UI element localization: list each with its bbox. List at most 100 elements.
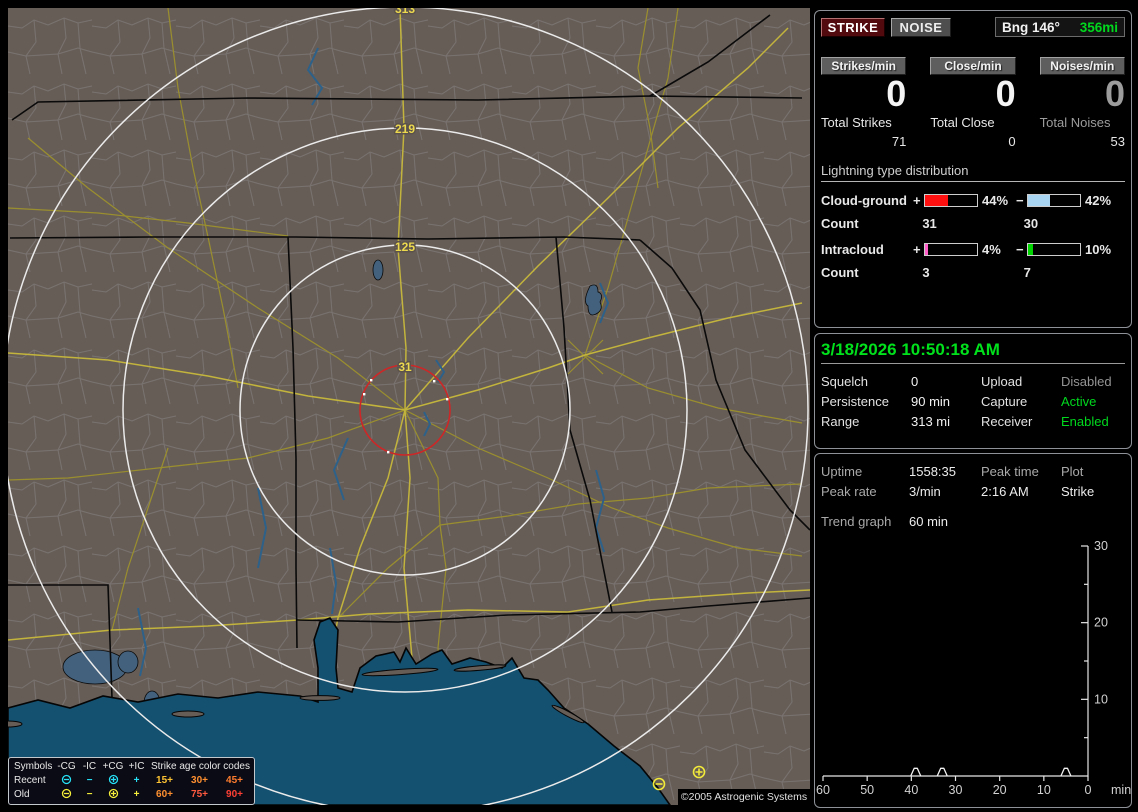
trend-graph: 60 50 40 30 20 10 0 min 10 20 30	[816, 539, 1131, 797]
svg-text:40: 40	[904, 783, 918, 797]
datetime-display: 3/18/2026 10:50:18 AM	[821, 340, 1125, 364]
trend-graph-value: 60 min	[909, 514, 949, 529]
peak-time-value: 2:16 AM	[981, 484, 1029, 499]
squelch-label: Squelch	[821, 374, 868, 389]
receiver-value: Enabled	[1061, 414, 1109, 429]
svg-text:30: 30	[1094, 539, 1108, 553]
close-per-min-value: 0	[995, 73, 1016, 114]
bearing-distance: 356mi	[1079, 19, 1118, 35]
total-close-label: Total Close	[930, 115, 995, 130]
cg-negative-bar	[1027, 194, 1081, 207]
trend-graph-label: Trend graph	[821, 514, 892, 529]
neg-ic-icon: −	[86, 789, 93, 800]
legend-symbols-label: Symbols	[14, 761, 53, 772]
bearing-label: Bng 146°	[1002, 19, 1060, 35]
total-noises-value: 53	[1110, 134, 1125, 149]
squelch-value: 0	[911, 374, 919, 389]
plot-label: Plot	[1061, 464, 1084, 479]
svg-text:0: 0	[1085, 783, 1092, 797]
peak-rate-label: Peak rate	[821, 484, 877, 499]
status-row: Persistence 90 min Capture Active	[821, 392, 1125, 412]
persistence-value: 90 min	[911, 394, 951, 409]
minus-sign: −	[1016, 193, 1024, 208]
intracloud-count-row: Count 3 7	[821, 265, 1125, 280]
range-label: Range	[821, 414, 860, 429]
cg-negative-pct: 42%	[1085, 193, 1112, 208]
status-panel: 3/18/2026 10:50:18 AM Squelch 0 Upload D…	[814, 333, 1132, 449]
range-value: 313 mi	[911, 414, 951, 429]
legend-col-pos-cg: +CG	[102, 761, 124, 772]
map-canvas[interactable]: 313 219 125 31	[8, 8, 810, 805]
legend-recent-label: Recent	[14, 775, 46, 786]
legend-col-pos-ic: +IC	[128, 761, 145, 772]
legend-old-label: Old	[14, 789, 30, 800]
cloud-ground-row: Cloud-ground + 44% − 42%	[821, 193, 1125, 208]
svg-text:10: 10	[1037, 783, 1051, 797]
svg-text:20: 20	[993, 783, 1007, 797]
ic-negative-count: 7	[1023, 265, 1031, 280]
receiver-label: Receiver	[981, 414, 1033, 429]
uptime-label: Uptime	[821, 464, 863, 479]
cg-positive-count: 31	[922, 216, 937, 231]
svg-text:min: min	[1111, 783, 1131, 797]
distribution-title: Lightning type distribution	[821, 163, 1125, 182]
legend-recent-row: Recent − + 15+ 30+ 45+	[9, 774, 254, 788]
neg-cg-icon	[54, 774, 79, 788]
pos-ic-icon: +	[133, 775, 140, 786]
cg-positive-pct: 44%	[982, 193, 1009, 208]
pos-ic-icon: +	[133, 789, 140, 800]
count-label: Count	[821, 265, 859, 280]
neg-cg-icon	[54, 788, 79, 802]
ring-label-125: 125	[395, 240, 415, 254]
svg-text:20: 20	[1094, 616, 1108, 630]
pos-cg-icon	[100, 774, 126, 788]
bearing-display: Bng 146° 356mi	[995, 17, 1125, 37]
legend-old-symbols: − +	[54, 788, 147, 802]
cg-negative-count: 30	[1023, 216, 1039, 231]
intracloud-row: Intracloud + 4% − 10%	[821, 242, 1125, 257]
age-code-45: 45+	[226, 775, 243, 786]
cg-positive-bar	[924, 194, 978, 207]
stats-row: Peak rate 3/min 2:16 AM Strike	[821, 482, 1125, 502]
age-code-30: 30+	[191, 775, 208, 786]
peak-rate-value: 3/min	[909, 484, 941, 499]
uptime-value: 1558:35	[909, 464, 956, 479]
legend-col-neg-ic: -IC	[82, 761, 97, 772]
app-window: 313 219 125 31 Symbols -CG -IC +CG +IC S…	[0, 0, 1138, 812]
legend-recent-symbols: − +	[54, 774, 147, 788]
pos-cg-icon	[100, 788, 126, 802]
strike-button[interactable]: STRIKE	[821, 17, 885, 37]
status-row: Squelch 0 Upload Disabled	[821, 372, 1125, 392]
capture-value: Active	[1061, 394, 1097, 409]
ic-positive-pct: 4%	[982, 242, 1001, 257]
svg-text:30: 30	[949, 783, 963, 797]
legend-age-title: Strike age color codes	[151, 761, 250, 772]
age-code-15: 15+	[156, 775, 173, 786]
intracloud-label: Intracloud	[821, 242, 884, 257]
legend-header-row: Symbols -CG -IC +CG +IC Strike age color…	[9, 760, 254, 774]
cloud-ground-count-row: Count 31 30	[821, 216, 1125, 231]
trend-peak	[936, 767, 948, 777]
upload-label: Upload	[981, 374, 1023, 389]
svg-text:60: 60	[816, 783, 830, 797]
ring-label-219: 219	[395, 122, 415, 136]
ring-label-313: 313	[395, 8, 415, 16]
noise-button[interactable]: NOISE	[891, 17, 951, 37]
trend-peak	[910, 767, 922, 777]
trend-peak	[1060, 767, 1072, 777]
noises-column: Noises/min 0 Total Noises 53	[1039, 57, 1125, 149]
legend-old-row: Old − + 60+ 75+ 90+	[9, 788, 254, 802]
radar-map: 313 219 125 31 Symbols -CG -IC +CG +IC S…	[8, 8, 810, 805]
age-code-90: 90+	[226, 789, 243, 800]
copyright-text: ©2005 Astrogenic Systems	[678, 789, 810, 805]
plus-sign: +	[913, 193, 921, 208]
ic-positive-bar	[924, 243, 978, 256]
plus-sign: +	[913, 242, 921, 257]
strikes-per-min-value: 0	[886, 73, 907, 114]
upload-value: Disabled	[1061, 374, 1112, 389]
svg-text:10: 10	[1094, 692, 1108, 706]
capture-label: Capture	[981, 394, 1028, 409]
map-legend: Symbols -CG -IC +CG +IC Strike age color…	[8, 757, 255, 805]
count-label: Count	[821, 216, 859, 231]
legend-col-neg-cg: -CG	[57, 761, 76, 772]
